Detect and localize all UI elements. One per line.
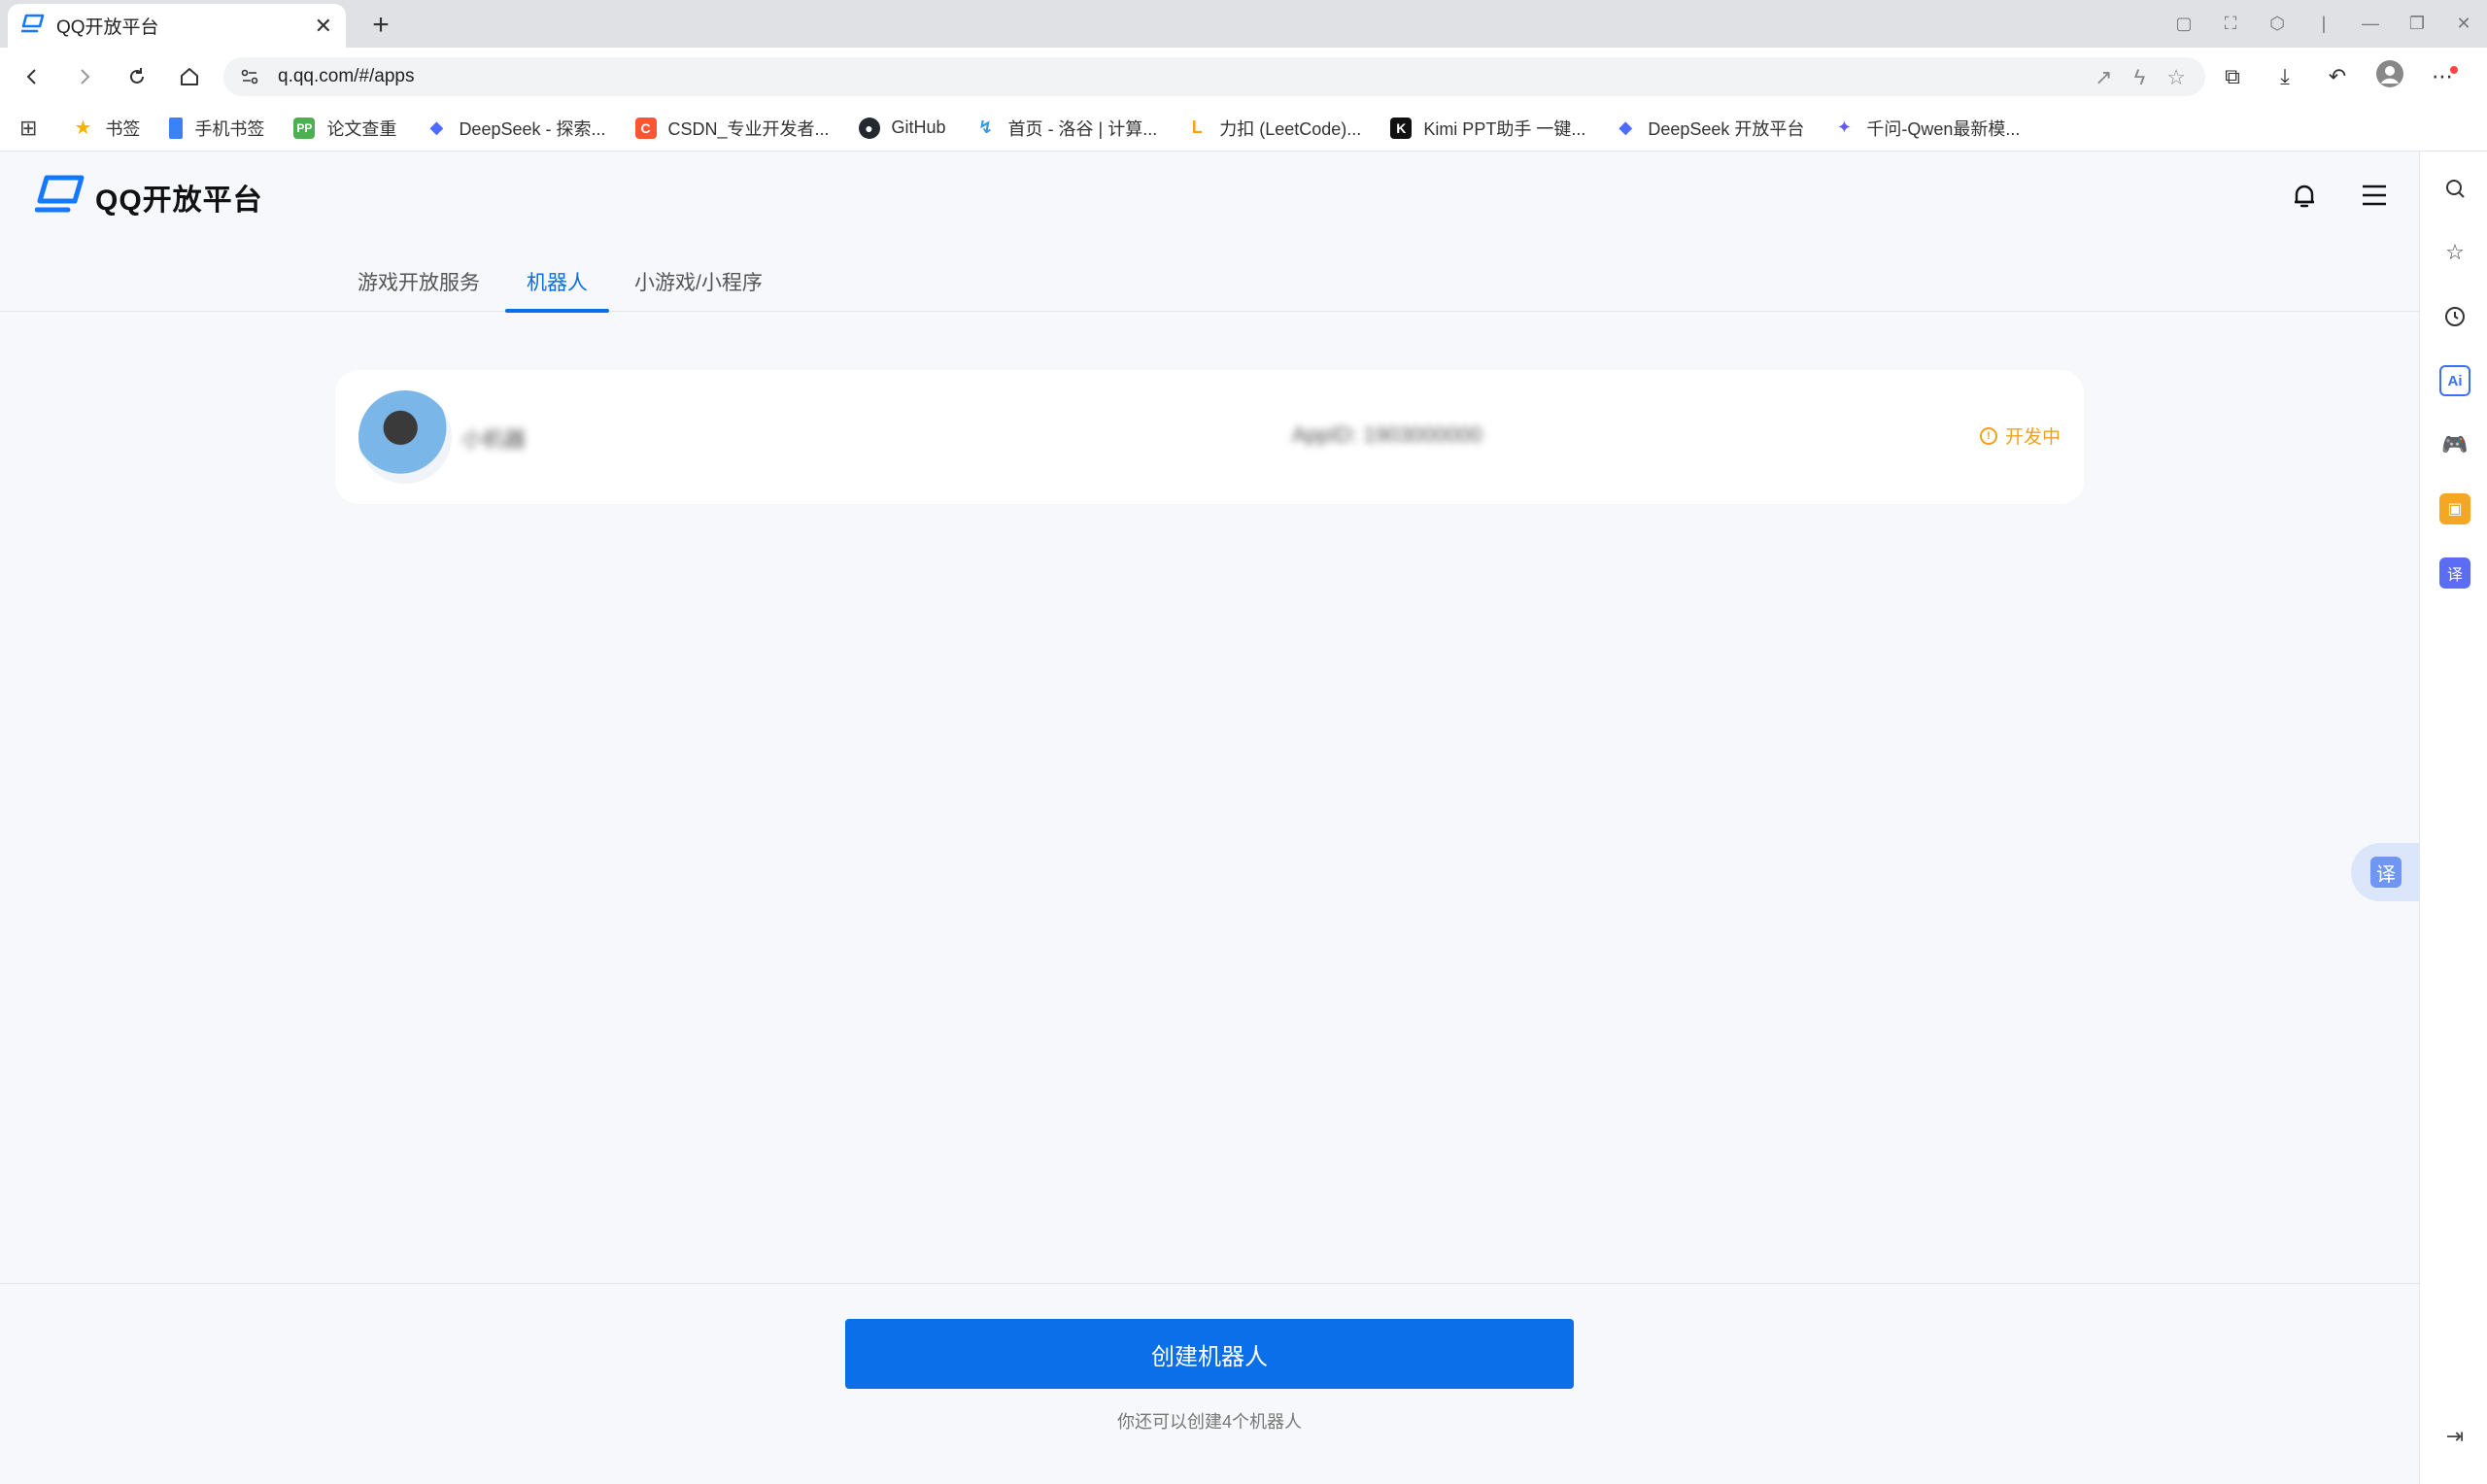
header-actions — [2289, 180, 2390, 211]
bookmark-item[interactable]: K Kimi PPT助手 一键... — [1390, 116, 1585, 141]
github-icon: ● — [858, 117, 880, 139]
address-bar[interactable]: q.qq.com/#/apps ↗ ϟ ☆ — [223, 57, 2205, 96]
deepseek-icon: ◆ — [429, 118, 444, 137]
bookmark-item[interactable]: L 力扣 (LeetCode)... — [1186, 116, 1362, 141]
more-menu-icon[interactable]: ⋯ — [2425, 64, 2460, 89]
minimize-button[interactable]: — — [2347, 14, 2394, 34]
page-footer: 创建机器人 你还可以创建4个机器人 — [0, 1283, 2419, 1484]
qwen-icon: ✦ — [1836, 118, 1852, 137]
qq-logo-icon — [20, 14, 45, 38]
star-icon[interactable]: ☆ — [2166, 65, 2186, 90]
phone-icon — [169, 117, 184, 139]
undo-icon[interactable]: ↶ — [2320, 64, 2355, 89]
collapse-sidebar-icon[interactable]: ⇥ — [2439, 1421, 2470, 1452]
bot-card[interactable]: 小机器 AppID: 1903000000 ! 开发中 — [335, 370, 2084, 504]
home-button[interactable] — [173, 60, 206, 93]
browser-toolbar: q.qq.com/#/apps ↗ ϟ ☆ ⧉ ⤓ ↶ ⋯ — [0, 48, 2487, 105]
toolbar-actions: ⧉ ⤓ ↶ ⋯ — [2215, 57, 2460, 96]
bookmark-star-icon: ★ — [74, 118, 92, 139]
leetcode-icon: L — [1191, 118, 1203, 137]
tab-robot[interactable]: 机器人 — [505, 259, 609, 313]
info-icon: ! — [1979, 426, 1997, 445]
restore-button[interactable]: ❐ — [2394, 14, 2440, 34]
bell-icon[interactable] — [2289, 180, 2320, 211]
incognito-icon[interactable]: ⛶ — [2207, 14, 2254, 34]
tab-title: QQ开放平台 — [56, 17, 159, 38]
translate-sidebar-icon[interactable]: 译 — [2439, 557, 2470, 589]
paperpass-icon: PP — [293, 117, 316, 139]
toolbox-icon[interactable]: ▣ — [2439, 493, 2470, 524]
close-tab-icon[interactable]: ✕ — [315, 14, 332, 39]
reload-button[interactable] — [120, 60, 153, 93]
create-robot-button[interactable]: 创建机器人 — [845, 1319, 1574, 1389]
bookmark-item[interactable]: 手机书签 — [169, 116, 264, 141]
bookmarks-bar: ⊞ ★ 书签 手机书签 PP 论文查重 ◆ DeepSeek - 探索... C CSD… — [0, 105, 2487, 152]
url-text: q.qq.com/#/apps — [278, 66, 415, 86]
bookmark-item[interactable]: ↯ 首页 - 洛谷 | 计算... — [975, 116, 1157, 141]
translate-icon: 译 — [2370, 857, 2402, 888]
deepseek-icon: ◆ — [1618, 118, 1633, 137]
arrow-left-icon — [26, 69, 36, 84]
home-icon — [181, 68, 198, 85]
divider: | — [2321, 14, 2327, 33]
arrow-right-icon — [81, 69, 90, 84]
share-icon[interactable]: ↗ — [2095, 65, 2112, 90]
status-badge: ! 开发中 — [1979, 422, 2061, 449]
browser-right-sidebar: ☆ Ai 🎮 ▣ 译 ⇥ — [2419, 152, 2487, 1484]
sidebar-toggle-icon[interactable]: ▢ — [2161, 14, 2207, 34]
bookmark-item[interactable]: ✦ 千问-Qwen最新模... — [1833, 116, 2021, 141]
bot-name: 小机器 — [461, 427, 527, 452]
bookmark-item[interactable]: ★ 书签 — [72, 116, 140, 141]
luogu-icon: ↯ — [978, 118, 994, 137]
reload-icon — [130, 68, 144, 84]
avatar-icon[interactable] — [2372, 59, 2407, 94]
favorites-star-icon[interactable]: ☆ — [2439, 237, 2470, 268]
bookmark-item[interactable]: PP 论文查重 — [293, 116, 396, 141]
history-clock-icon[interactable] — [2439, 301, 2470, 332]
menu-icon[interactable] — [2359, 180, 2390, 211]
apps-grid-icon[interactable]: ⊞ — [19, 116, 37, 141]
tab-game-services[interactable]: 游戏开放服务 — [358, 259, 480, 312]
extension-icon[interactable]: ⬡ — [2254, 14, 2300, 34]
tab-mini-games[interactable]: 小游戏/小程序 — [634, 259, 763, 312]
csdn-icon: C — [634, 117, 657, 139]
bot-app-id: AppID: 1903000000 — [1292, 422, 1482, 447]
search-icon[interactable] — [2439, 173, 2470, 204]
site-settings-icon[interactable] — [239, 66, 260, 87]
browser-tab-bar: QQ开放平台 ✕ + ▢ ⛶ ⬡ | — ❐ ✕ — [0, 0, 2487, 48]
back-button[interactable] — [16, 60, 49, 93]
close-window-button[interactable]: ✕ — [2440, 14, 2487, 34]
bot-avatar — [358, 390, 452, 484]
site-logo[interactable]: QQ开放平台 — [34, 174, 263, 219]
new-tab-button[interactable]: + — [363, 8, 398, 43]
bookmark-item[interactable]: ◆ DeepSeek - 探索... — [426, 116, 606, 141]
forward-button[interactable] — [68, 60, 101, 93]
gamepad-icon[interactable]: 🎮 — [2439, 429, 2470, 460]
lightning-icon[interactable]: ϟ — [2134, 65, 2146, 90]
create-hint: 你还可以创建4个机器人 — [1116, 1412, 1302, 1432]
logo-text: QQ开放平台 — [95, 184, 263, 217]
extensions-icon[interactable]: ⧉ — [2215, 64, 2250, 89]
window-controls: ▢ ⛶ ⬡ | — ❐ ✕ — [2161, 0, 2487, 48]
bookmark-item[interactable]: C CSDN_专业开发者... — [634, 116, 830, 141]
bookmark-item[interactable]: ● GitHub — [858, 117, 946, 139]
ai-assistant-icon[interactable]: Ai — [2439, 365, 2470, 396]
main-tabs: 游戏开放服务 机器人 小游戏/小程序 — [0, 259, 2419, 313]
page-content: QQ开放平台 游戏开放服务 机器人 小游戏/小程序 小机器 AppID: 190… — [0, 152, 2419, 1484]
address-bar-actions: ↗ ϟ ☆ — [2095, 65, 2186, 90]
translate-button[interactable]: 译 — [2351, 843, 2419, 901]
download-icon[interactable]: ⤓ — [2267, 64, 2302, 89]
qq-platform-logo-icon — [34, 174, 85, 219]
browser-tab[interactable]: QQ开放平台 ✕ — [8, 4, 346, 48]
kimi-icon: K — [1390, 117, 1413, 139]
bookmark-item[interactable]: ◆ DeepSeek 开放平台 — [1615, 116, 1804, 141]
